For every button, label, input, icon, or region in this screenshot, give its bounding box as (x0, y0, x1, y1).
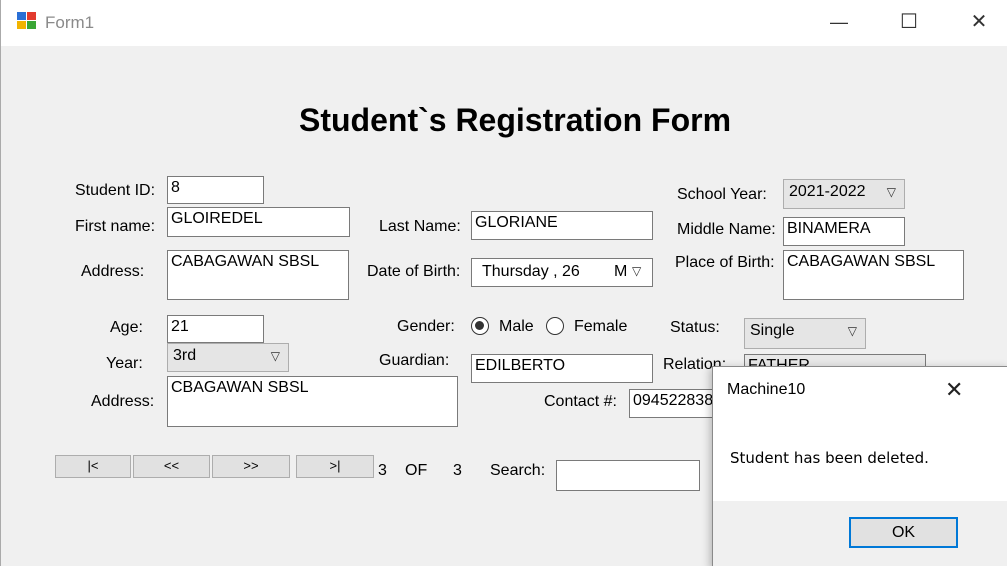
next-record-button[interactable]: >> (212, 455, 290, 478)
date-of-birth-value: Thursday , 26 (482, 263, 580, 280)
chevron-down-icon: ▽ (632, 264, 642, 278)
year-label: Year: (106, 355, 143, 372)
search-input[interactable] (556, 460, 700, 491)
total-records: 3 (453, 462, 462, 479)
message-dialog: Machine10 ✕ Student has been deleted. OK (712, 366, 1007, 566)
form-heading: Student`s Registration Form (299, 102, 732, 138)
status-label: Status: (670, 319, 720, 336)
student-id-field[interactable]: 8 (167, 176, 264, 204)
school-year-value: 2021-2022 (789, 183, 866, 200)
first-name-field[interactable]: GLOIREDEL (167, 207, 350, 237)
date-of-birth-label: Date of Birth: (367, 263, 461, 280)
minimize-button[interactable]: — (816, 0, 862, 46)
gender-label: Gender: (397, 318, 455, 335)
address-label: Address: (81, 263, 145, 280)
date-month-part: M (614, 263, 628, 280)
guardian-field[interactable]: EDILBERTO (471, 354, 653, 383)
dialog-content: Machine10 ✕ Student has been deleted. (713, 367, 1007, 501)
dialog-close-icon[interactable]: ✕ (945, 377, 963, 403)
title-bar[interactable]: Form1 — ☐ ✕ (1, 0, 1007, 46)
gender-male-radio[interactable] (471, 317, 489, 335)
last-name-field[interactable]: GLORIANE (471, 211, 653, 240)
year-dropdown[interactable]: 3rd ▽ (167, 343, 289, 372)
last-record-button[interactable]: >| (296, 455, 374, 478)
age-label: Age: (110, 319, 143, 336)
place-of-birth-label: Place of Birth: (675, 254, 775, 271)
maximize-button[interactable]: ☐ (886, 0, 932, 46)
gender-female-radio[interactable] (546, 317, 564, 335)
date-of-birth-picker[interactable]: Thursday , 26 M ▽ (471, 258, 653, 287)
school-year-label: School Year: (677, 186, 767, 203)
current-record: 3 (378, 462, 387, 479)
last-name-label: Last Name: (379, 218, 461, 235)
contact-label: Contact #: (544, 393, 617, 410)
chevron-down-icon: ▽ (847, 324, 857, 338)
status-value: Single (750, 322, 795, 339)
close-button[interactable]: ✕ (956, 0, 1002, 46)
ok-button[interactable]: OK (849, 517, 958, 548)
place-of-birth-field[interactable]: CABAGAWAN SBSL (783, 250, 964, 300)
search-label: Search: (490, 462, 546, 479)
middle-name-field[interactable]: BINAMERA (783, 217, 905, 246)
app-icon (17, 12, 37, 30)
guardian-address-field[interactable]: CBAGAWAN SBSL (167, 376, 458, 427)
age-field[interactable]: 21 (167, 315, 264, 343)
first-record-button[interactable]: |< (55, 455, 131, 478)
address-field[interactable]: CABAGAWAN SBSL (167, 250, 349, 300)
guardian-label: Guardian: (379, 352, 450, 369)
middle-name-label: Middle Name: (677, 221, 776, 238)
guardian-address-label: Address: (91, 393, 155, 410)
gender-female-label[interactable]: Female (574, 318, 627, 336)
status-dropdown[interactable]: Single ▽ (744, 318, 866, 349)
gender-male-label[interactable]: Male (499, 318, 534, 336)
of-label: OF (405, 462, 428, 479)
dialog-title: Machine10 (727, 381, 806, 398)
dialog-message: Student has been deleted. (730, 449, 929, 467)
year-value: 3rd (173, 347, 197, 364)
window-title: Form1 (45, 13, 95, 32)
chevron-down-icon: ▽ (270, 349, 280, 363)
first-name-label: First name: (75, 218, 156, 235)
school-year-dropdown[interactable]: 2021-2022 ▽ (783, 179, 905, 209)
student-id-label: Student ID: (75, 182, 156, 199)
chevron-down-icon: ▽ (886, 185, 896, 199)
previous-record-button[interactable]: << (133, 455, 210, 478)
